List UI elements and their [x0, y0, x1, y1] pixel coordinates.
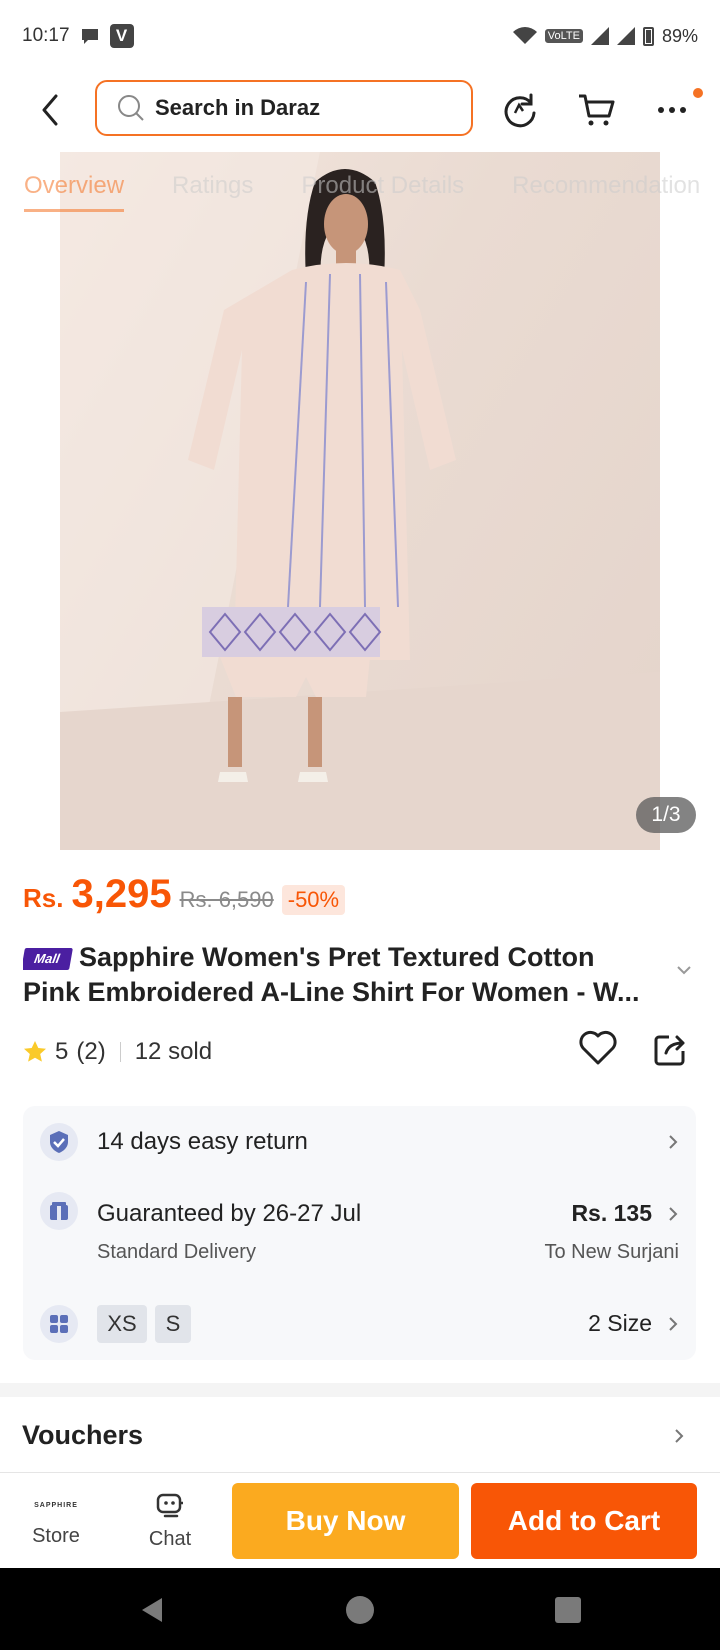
volte-indicator: VoLTE — [544, 29, 583, 43]
status-bar: 10:17 V VoLTE 89% — [0, 0, 720, 72]
battery-icon — [642, 26, 654, 46]
refresh-icon — [504, 93, 536, 128]
delivery-type: Standard Delivery — [97, 1241, 256, 1263]
discount-badge: -50% — [281, 885, 346, 915]
size-option-xs[interactable]: XS — [97, 1305, 147, 1343]
buy-now-button[interactable]: Buy Now — [232, 1483, 459, 1559]
variants-grid-icon — [40, 1305, 78, 1343]
size-option-s[interactable]: S — [155, 1305, 191, 1343]
bottom-action-bar: SAPPHIRE Store Chat Buy Now Add to Cart — [0, 1472, 720, 1568]
v-app-icon: V — [109, 24, 134, 48]
sold-count: 12 sold — [134, 1038, 213, 1065]
signal-icon-2 — [616, 27, 635, 45]
tab-recommendation[interactable]: Recommendation — [512, 172, 700, 212]
store-label: Store — [32, 1524, 80, 1547]
store-logo: SAPPHIRE — [34, 1502, 78, 1509]
nav-home-icon[interactable] — [342, 1592, 378, 1628]
notification-dot — [693, 88, 703, 98]
delivery-title: Guaranteed by 26-27 Jul — [97, 1200, 362, 1227]
product-title-line-1: Sapphire Women's Pret Textured Cotton — [79, 942, 595, 972]
delivery-fee: Rs. 135 — [571, 1200, 652, 1226]
returns-row[interactable]: 14 days easy return — [23, 1106, 696, 1178]
back-button[interactable] — [30, 90, 70, 130]
price-row: Rs. 3,295 Rs. 6,590 -50% — [23, 872, 346, 917]
chat-bot-icon — [156, 1493, 183, 1517]
search-placeholder: Search in Daraz — [155, 95, 321, 120]
chevron-right-icon — [669, 1207, 678, 1221]
vouchers-heading[interactable]: Vouchers — [22, 1420, 143, 1451]
section-tabs: Overview Ratings Product Details Recomme… — [24, 172, 720, 212]
divider — [119, 1042, 121, 1062]
signal-icon — [590, 27, 609, 45]
system-navigation-bar — [0, 1568, 720, 1650]
mall-badge: Mall — [23, 948, 73, 970]
add-to-cart-button[interactable]: Add to Cart — [471, 1483, 697, 1559]
tab-product-details[interactable]: Product Details — [301, 172, 464, 212]
chevron-left-icon — [42, 94, 58, 126]
chat-button[interactable]: Chat — [120, 1473, 220, 1569]
service-info-card: 14 days easy return Guaranteed by 26-27 … — [23, 1106, 696, 1360]
rating-count: (2) — [76, 1038, 106, 1065]
tab-overview[interactable]: Overview — [24, 172, 125, 212]
battery-level: 89% — [661, 25, 698, 46]
search-icon — [118, 95, 144, 121]
chevron-right-icon — [669, 1135, 678, 1149]
size-row[interactable]: XS S 2 Size — [23, 1288, 696, 1360]
chat-notification-icon — [81, 29, 98, 44]
cart-button[interactable] — [574, 88, 618, 132]
product-image[interactable] — [60, 152, 660, 850]
more-button[interactable] — [650, 88, 694, 132]
chat-label: Chat — [148, 1527, 192, 1550]
wifi-icon — [512, 27, 537, 44]
model-illustration — [60, 152, 660, 850]
star-icon — [24, 1041, 46, 1062]
share-icon[interactable] — [653, 1033, 687, 1067]
size-count: 2 Size — [588, 1310, 652, 1336]
returns-text: 14 days easy return — [97, 1128, 308, 1155]
shield-check-icon — [40, 1123, 78, 1161]
current-price: 3,295 — [71, 872, 172, 916]
refresh-button[interactable] — [498, 88, 542, 132]
rating-score: 5 — [55, 1038, 69, 1065]
rating-row[interactable]: 5 (2) 12 sold — [23, 1035, 212, 1069]
delivery-box-icon — [40, 1192, 78, 1230]
expand-title-icon[interactable] — [676, 965, 692, 975]
product-title[interactable]: Mall Sapphire Women's Pret Textured Cotto… — [23, 940, 663, 1010]
delivery-location: To New Surjani — [544, 1241, 679, 1263]
search-input[interactable]: Search in Daraz — [95, 80, 473, 136]
tab-ratings[interactable]: Ratings — [172, 172, 253, 212]
product-title-line-2: Pink Embroidered A-Line Shirt For Women … — [23, 977, 640, 1007]
more-options-icon — [658, 107, 686, 113]
image-counter: 1/3 — [636, 797, 696, 833]
section-divider — [0, 1383, 720, 1397]
delivery-row[interactable]: Guaranteed by 26-27 Jul Standard Deliver… — [23, 1178, 696, 1288]
chevron-right-icon[interactable] — [674, 1428, 684, 1444]
wishlist-heart-icon[interactable] — [578, 1030, 618, 1066]
cart-icon — [579, 94, 615, 126]
top-header: Search in Daraz — [0, 72, 720, 152]
nav-recents-icon[interactable] — [550, 1592, 586, 1628]
price-currency: Rs. — [23, 883, 64, 913]
status-time: 10:17 — [22, 25, 70, 46]
chevron-right-icon — [669, 1317, 678, 1331]
store-button[interactable]: SAPPHIRE Store — [6, 1473, 106, 1569]
original-price: Rs. 6,590 — [179, 887, 274, 912]
nav-back-icon[interactable] — [134, 1592, 170, 1628]
